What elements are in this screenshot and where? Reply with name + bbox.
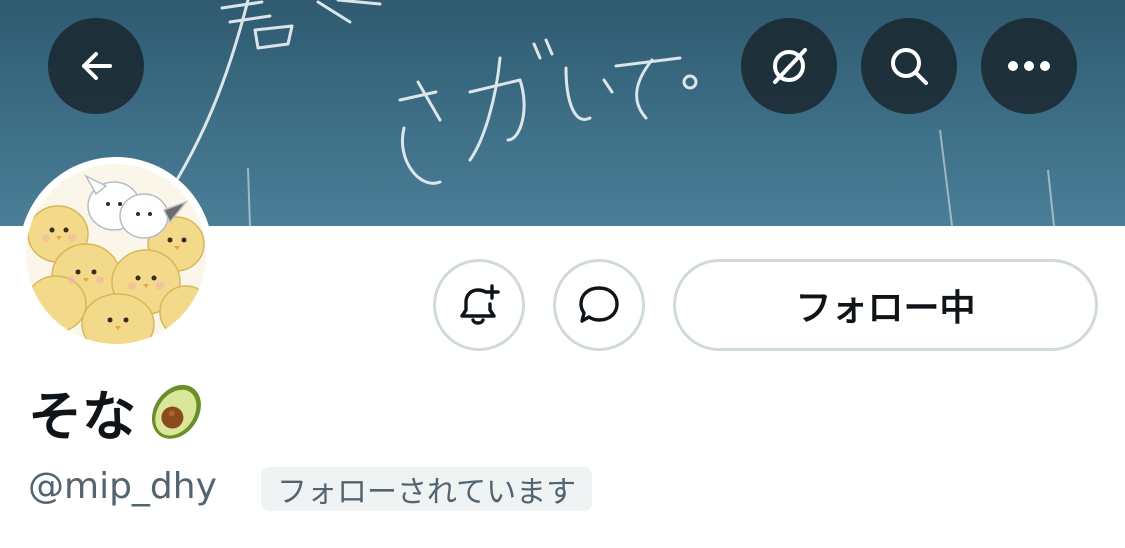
following-button[interactable]: フォロー中 <box>673 259 1098 351</box>
grok-button[interactable] <box>741 18 837 114</box>
follows-you-badge: フォローされています <box>261 467 593 511</box>
message-button[interactable] <box>553 259 645 351</box>
arrow-left-icon <box>82 52 112 80</box>
back-button[interactable] <box>48 18 144 114</box>
display-name-text: そな <box>28 384 136 448</box>
avocado-emoji <box>151 384 201 439</box>
grok-icon <box>773 48 807 84</box>
avatar[interactable] <box>19 157 213 351</box>
chick-illustration-avatar <box>26 164 206 344</box>
search-icon <box>891 48 928 85</box>
display-name: そな <box>28 376 210 448</box>
more-horizontal-icon <box>1008 61 1050 71</box>
bell-plus-icon <box>460 284 500 325</box>
user-handle: @mip_dhy <box>28 466 217 507</box>
more-button[interactable] <box>981 18 1077 114</box>
notify-button[interactable] <box>433 259 525 351</box>
message-bubble-icon <box>579 286 619 323</box>
profile-page: フォロー中 そな @mip_dhy フォローされています <box>0 0 1125 548</box>
search-button[interactable] <box>861 18 957 114</box>
